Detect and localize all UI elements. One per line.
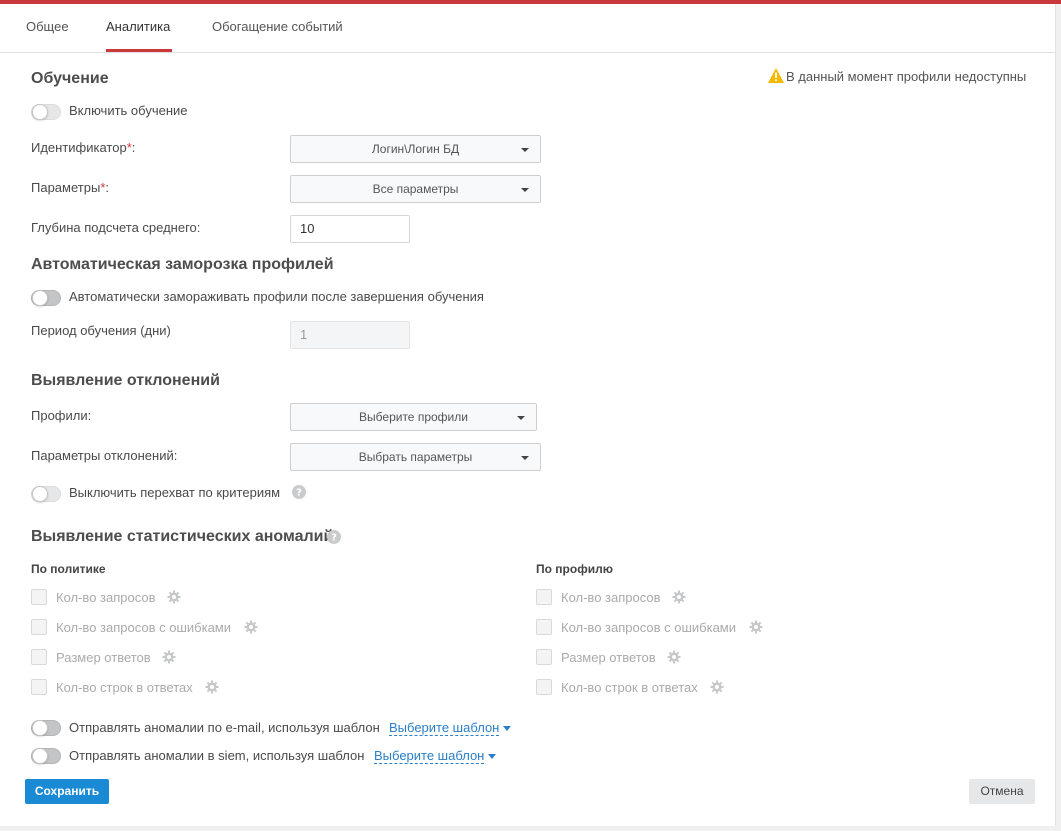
enable-learning-label: Включить обучение bbox=[69, 103, 188, 118]
policy-requests-count-checkbox[interactable] bbox=[31, 589, 47, 605]
auto-freeze-label: Автоматически замораживать профили после… bbox=[69, 289, 484, 304]
chevron-down-icon[interactable] bbox=[503, 726, 511, 731]
deviation-params-select[interactable]: Выбрать параметры bbox=[290, 443, 541, 471]
active-tab-indicator bbox=[106, 49, 172, 52]
cancel-button[interactable]: Отмена bbox=[969, 779, 1035, 804]
settings-panel: Общее Аналитика Обогащение событий В дан… bbox=[0, 4, 1056, 826]
depth-label: Глубина подсчета среднего: bbox=[31, 220, 201, 235]
policy-response-size-label: Размер ответов bbox=[56, 650, 151, 665]
gear-icon[interactable] bbox=[162, 650, 176, 664]
chevron-down-icon[interactable] bbox=[488, 754, 496, 759]
toggle-knob bbox=[32, 748, 48, 764]
params-label: Параметры*: bbox=[31, 180, 109, 195]
deviations-section-title: Выявление отклонений bbox=[31, 372, 220, 389]
policy-requests-errors-label: Кол-во запросов с ошибками bbox=[56, 620, 231, 635]
gear-icon[interactable] bbox=[667, 650, 681, 664]
learning-section-title: Обучение bbox=[31, 70, 109, 87]
gear-icon[interactable] bbox=[749, 620, 763, 634]
chevron-down-icon bbox=[521, 148, 529, 152]
warning-icon bbox=[768, 68, 784, 84]
params-select-value: Все параметры bbox=[372, 182, 459, 196]
profiles-select-placeholder: Выберите профили bbox=[359, 410, 468, 424]
learning-period-label: Период обучения (дни) bbox=[31, 323, 171, 338]
policy-rows-count-checkbox[interactable] bbox=[31, 679, 47, 695]
help-icon[interactable]: ? bbox=[327, 530, 341, 544]
svg-text:?: ? bbox=[331, 533, 337, 544]
toggle-knob bbox=[32, 290, 48, 306]
identifier-select[interactable]: Логин\Логин БД bbox=[290, 135, 541, 163]
identifier-label: Идентификатор*: bbox=[31, 140, 136, 155]
profile-response-size-label: Размер ответов bbox=[561, 650, 656, 665]
toggle-knob bbox=[32, 104, 48, 120]
save-button[interactable]: Сохранить bbox=[25, 779, 109, 804]
profile-requests-errors-checkbox[interactable] bbox=[536, 619, 552, 635]
profiles-unavailable-warning: В данный момент профили недоступны bbox=[786, 69, 1027, 84]
chevron-down-icon bbox=[521, 188, 529, 192]
siem-template-select-link[interactable]: Выберите шаблон bbox=[374, 748, 485, 764]
enable-learning-toggle[interactable] bbox=[31, 104, 61, 120]
gear-icon[interactable] bbox=[710, 680, 724, 694]
tab-general[interactable]: Общее bbox=[26, 19, 69, 34]
policy-rows-count-label: Кол-во строк в ответах bbox=[56, 680, 193, 695]
profiles-label: Профили: bbox=[31, 408, 92, 423]
email-anomalies-label: Отправлять аномалии по e-mail, используя… bbox=[69, 720, 380, 735]
toggle-knob bbox=[32, 486, 48, 502]
deviation-params-placeholder: Выбрать параметры bbox=[358, 450, 473, 464]
learning-period-input[interactable]: 1 bbox=[290, 321, 410, 349]
siem-anomalies-label: Отправлять аномалии в siem, используя ша… bbox=[69, 748, 365, 763]
tab-bar: Общее Аналитика Обогащение событий bbox=[0, 4, 1055, 53]
freeze-section-title: Автоматическая заморозка профилей bbox=[31, 256, 334, 273]
profile-response-size-checkbox[interactable] bbox=[536, 649, 552, 665]
by-profile-title: По профилю bbox=[536, 562, 613, 576]
gear-icon[interactable] bbox=[167, 590, 181, 604]
policy-requests-count-label: Кол-во запросов bbox=[56, 590, 156, 605]
chevron-down-icon bbox=[521, 456, 529, 460]
gear-icon[interactable] bbox=[672, 590, 686, 604]
anomalies-section-title: Выявление статистических аномалий bbox=[31, 528, 334, 545]
profiles-select[interactable]: Выберите профили bbox=[290, 403, 537, 431]
email-anomalies-toggle[interactable] bbox=[31, 720, 61, 736]
help-icon[interactable]: ? bbox=[292, 485, 306, 499]
auto-freeze-toggle[interactable] bbox=[31, 290, 61, 306]
profile-rows-count-checkbox[interactable] bbox=[536, 679, 552, 695]
policy-response-size-checkbox[interactable] bbox=[31, 649, 47, 665]
tab-event-enrichment[interactable]: Обогащение событий bbox=[212, 19, 343, 34]
profile-requests-errors-label: Кол-во запросов с ошибками bbox=[561, 620, 736, 635]
policy-requests-errors-checkbox[interactable] bbox=[31, 619, 47, 635]
profile-requests-count-checkbox[interactable] bbox=[536, 589, 552, 605]
gear-icon[interactable] bbox=[205, 680, 219, 694]
email-template-select-link[interactable]: Выберите шаблон bbox=[389, 720, 500, 736]
gear-icon[interactable] bbox=[244, 620, 258, 634]
svg-text:?: ? bbox=[296, 488, 302, 499]
params-select[interactable]: Все параметры bbox=[290, 175, 541, 203]
toggle-knob bbox=[32, 720, 48, 736]
chevron-down-icon bbox=[517, 416, 525, 420]
depth-input[interactable]: 10 bbox=[290, 215, 410, 243]
disable-intercept-toggle[interactable] bbox=[31, 486, 61, 502]
deviation-params-label: Параметры отклонений: bbox=[31, 448, 178, 463]
profile-rows-count-label: Кол-во строк в ответах bbox=[561, 680, 698, 695]
identifier-select-value: Логин\Логин БД bbox=[371, 142, 460, 156]
profile-requests-count-label: Кол-во запросов bbox=[561, 590, 661, 605]
siem-anomalies-toggle[interactable] bbox=[31, 748, 61, 764]
by-policy-title: По политике bbox=[31, 562, 106, 576]
disable-intercept-label: Выключить перехват по критериям bbox=[69, 485, 281, 500]
tab-analytics[interactable]: Аналитика bbox=[106, 19, 170, 34]
